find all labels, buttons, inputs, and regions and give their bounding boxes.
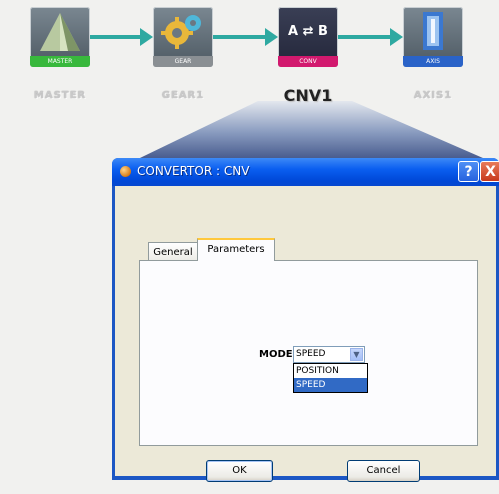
node-band: MASTER — [30, 56, 90, 67]
converter-icon: A ⇄ B — [288, 24, 328, 39]
node-band: GEAR — [153, 56, 213, 67]
gear-icon — [161, 15, 201, 49]
axis-node[interactable]: AXIS — [403, 7, 463, 67]
option-position[interactable]: POSITION — [294, 364, 367, 378]
master-icon — [40, 13, 80, 51]
axis-icon — [423, 12, 443, 50]
node-label: GEAR1 — [161, 90, 205, 101]
mode-dropdown-list: POSITION SPEED — [293, 363, 368, 393]
node-band: AXIS — [403, 56, 463, 67]
mode-label: MODE — [259, 349, 293, 360]
option-speed[interactable]: SPEED — [294, 378, 367, 392]
gear-node[interactable]: GEAR — [153, 7, 213, 67]
app-icon — [120, 166, 131, 177]
arrow-3 — [338, 28, 403, 46]
arrow-2 — [213, 28, 278, 46]
chevron-down-icon[interactable]: ▼ — [350, 348, 363, 361]
node-label: AXIS1 — [413, 90, 453, 101]
node-label: MASTER — [33, 90, 87, 101]
help-button[interactable]: ? — [458, 161, 479, 182]
convertor-dialog: CONVERTOR : CNV ? X General Parameters M… — [112, 158, 499, 482]
master-node[interactable]: MASTER — [30, 7, 90, 67]
cancel-button[interactable]: Cancel — [347, 460, 420, 482]
tab-parameters[interactable]: Parameters — [197, 238, 275, 261]
node-label: CNV1 — [283, 86, 333, 105]
ok-button[interactable]: OK — [206, 460, 273, 482]
dialog-title: CONVERTOR : CNV — [137, 164, 250, 178]
dialog-body: General Parameters MODE SPEED ▼ POSITION… — [115, 186, 496, 482]
dialog-titlebar[interactable]: CONVERTOR : CNV ? X — [112, 158, 499, 186]
converter-node[interactable]: A ⇄ B CONV — [278, 7, 338, 67]
mode-select-value: SPEED — [296, 349, 326, 359]
arrow-1 — [90, 28, 153, 46]
tab-general[interactable]: General — [148, 242, 198, 261]
close-button[interactable]: X — [480, 161, 499, 182]
workflow-diagram: MASTER GEAR A ⇄ B CONV AXIS MASTER GEAR1… — [0, 0, 499, 170]
mode-select[interactable]: SPEED ▼ — [293, 346, 365, 363]
node-band: CONV — [278, 56, 338, 67]
